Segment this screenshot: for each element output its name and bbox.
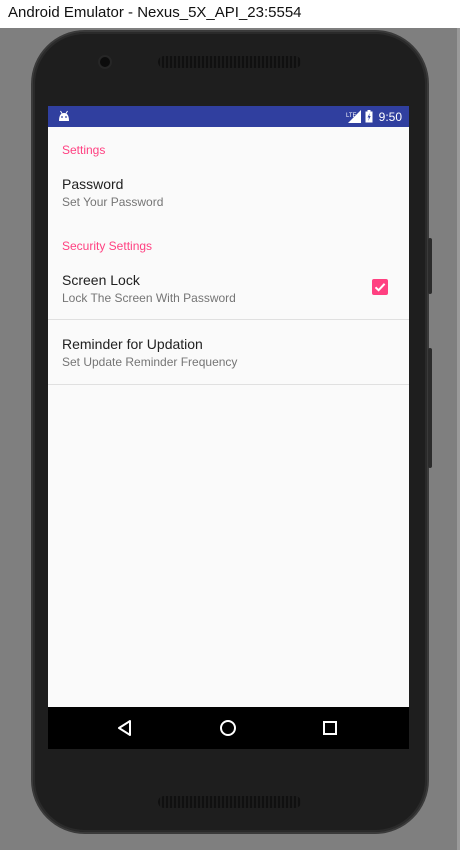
emulator-window-title: Android Emulator - Nexus_5X_API_23:5554	[0, 0, 460, 28]
check-icon	[374, 283, 386, 292]
pref-summary: Lock The Screen With Password	[62, 291, 236, 305]
device-screen: LTE 9:50 Settings Password Set Your Pass…	[48, 106, 409, 749]
bottom-speaker-grille	[158, 796, 301, 808]
power-button[interactable]	[428, 238, 432, 294]
android-debug-icon	[59, 110, 69, 121]
screen-lock-checkbox[interactable]	[372, 279, 388, 295]
svg-text:LTE: LTE	[346, 113, 357, 119]
pref-title: Screen Lock	[62, 272, 140, 288]
home-icon[interactable]	[218, 718, 238, 738]
preference-list: Settings Password Set Your Password Secu…	[48, 127, 409, 385]
pref-title: Reminder for Updation	[62, 336, 203, 352]
pref-summary: Set Your Password	[62, 195, 164, 209]
volume-button[interactable]	[428, 348, 432, 468]
pref-reminder-updation[interactable]: Reminder for Updation Set Update Reminde…	[48, 336, 409, 372]
signal-lte-icon: LTE	[346, 110, 361, 123]
pref-summary: Set Update Reminder Frequency	[62, 355, 238, 369]
front-camera	[100, 57, 110, 67]
divider	[48, 319, 409, 320]
divider	[48, 384, 409, 385]
navigation-bar	[48, 707, 409, 749]
pref-title: Password	[62, 176, 124, 192]
battery-charging-icon	[365, 110, 373, 123]
category-settings: Settings	[62, 143, 106, 157]
back-icon[interactable]	[116, 718, 136, 738]
status-time: 9:50	[378, 109, 402, 124]
top-speaker-grille	[158, 56, 301, 68]
pref-password[interactable]: Password Set Your Password	[48, 176, 409, 212]
status-bar: LTE 9:50	[48, 106, 409, 127]
recents-icon[interactable]	[320, 718, 340, 738]
pref-screen-lock[interactable]: Screen Lock Lock The Screen With Passwor…	[48, 272, 409, 307]
category-security-settings: Security Settings	[62, 239, 153, 253]
